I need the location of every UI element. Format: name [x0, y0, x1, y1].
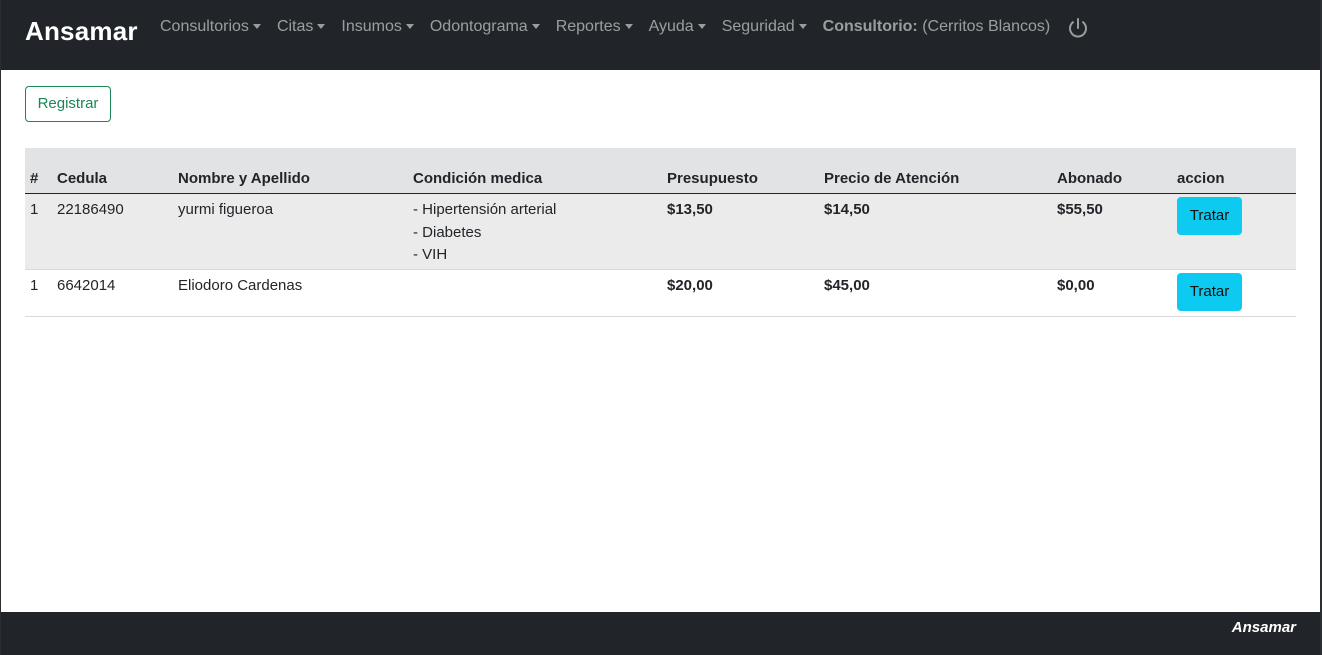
menu-label: Reportes [555, 18, 621, 35]
patients-table: # Cedula Nombre y Apellido Condición med… [25, 148, 1296, 317]
footer: Ansamar [1, 612, 1320, 655]
cell-cedula: 22186490 [57, 201, 124, 218]
menu-insumos[interactable]: Insumos [341, 16, 414, 38]
app-window: Ansamar Consultorios Citas Insumos Odont… [1, 0, 1320, 655]
menu-ayuda[interactable]: Ayuda [649, 16, 706, 38]
col-header-cedula: Cedula [57, 148, 178, 194]
footer-brand: Ansamar [1231, 619, 1296, 636]
power-icon[interactable] [1066, 16, 1090, 40]
top-navbar: Ansamar Consultorios Citas Insumos Odont… [1, 0, 1320, 70]
menu-label: Insumos [341, 18, 402, 35]
condition-item: - Diabetes [413, 223, 482, 241]
col-header-nombre: Nombre y Apellido [178, 148, 413, 194]
menu-seguridad[interactable]: Seguridad [722, 16, 807, 38]
cell-abonado: $0,00 [1057, 277, 1095, 294]
menu-label: Seguridad [721, 18, 795, 35]
cell-presupuesto: $13,50 [667, 201, 713, 218]
table-header-row: # Cedula Nombre y Apellido Condición med… [25, 148, 1296, 194]
col-header-precio: Precio de Atención [824, 148, 1057, 194]
menu-label: Citas [276, 18, 314, 35]
register-button[interactable]: Registrar [25, 86, 111, 122]
brand-logo[interactable]: Ansamar [25, 14, 138, 48]
cell-abonado: $55,50 [1057, 201, 1103, 218]
caret-down-icon [697, 23, 706, 29]
cell-accion: Tratar [1177, 270, 1296, 317]
consultorio-label: Consultorio: [822, 18, 918, 35]
menu-reportes[interactable]: Reportes [556, 16, 633, 38]
col-header-abonado: Abonado [1057, 148, 1177, 194]
col-header-condicion: Condición medica [413, 148, 667, 194]
caret-down-icon [531, 23, 540, 29]
cell-precio: $14,50 [824, 201, 870, 218]
condition-item: - Hipertensión arterial [413, 201, 557, 218]
table-row: 1 22186490 yurmi figueroa - Hipertensión… [25, 193, 1296, 270]
cell-num: 1 [30, 277, 39, 294]
cell-condicion: - Hipertensión arterial - Diabetes - VIH [413, 194, 667, 270]
menu-consultorios[interactable]: Consultorios [160, 16, 261, 38]
cell-nombre: yurmi figueroa [178, 201, 274, 218]
menu-label: Ayuda [648, 18, 694, 35]
condition-item: - VIH [413, 246, 448, 263]
menu-label: Odontograma [429, 18, 528, 35]
caret-down-icon [405, 23, 414, 29]
cell-num: 1 [30, 201, 39, 218]
cell-cedula: 6642014 [57, 277, 116, 294]
current-consultorio: Consultorio: (Cerritos Blancos) [823, 16, 1051, 38]
consultorio-value: (Cerritos Blancos) [922, 18, 1051, 35]
caret-down-icon [317, 23, 326, 29]
menu-label: Consultorios [160, 18, 249, 35]
col-header-presupuesto: Presupuesto [667, 148, 824, 194]
cell-condicion [413, 270, 667, 317]
caret-down-icon [624, 23, 633, 29]
cell-nombre: Eliodoro Cardenas [178, 277, 303, 294]
menu-odontograma[interactable]: Odontograma [430, 16, 540, 38]
nav-menu: Consultorios Citas Insumos Odontograma R… [160, 16, 1090, 38]
table-row: 1 6642014 Eliodoro Cardenas $20,00 $45,0… [25, 269, 1296, 317]
col-header-accion: accion [1177, 148, 1296, 194]
caret-down-icon [798, 23, 807, 29]
caret-down-icon [252, 23, 261, 29]
tratar-button[interactable]: Tratar [1177, 273, 1242, 311]
cell-precio: $45,00 [824, 277, 870, 294]
menu-citas[interactable]: Citas [276, 16, 326, 38]
cell-presupuesto: $20,00 [667, 277, 713, 294]
tratar-button[interactable]: Tratar [1177, 197, 1242, 235]
col-header-num: # [25, 148, 57, 194]
cell-accion: Tratar [1177, 194, 1296, 270]
